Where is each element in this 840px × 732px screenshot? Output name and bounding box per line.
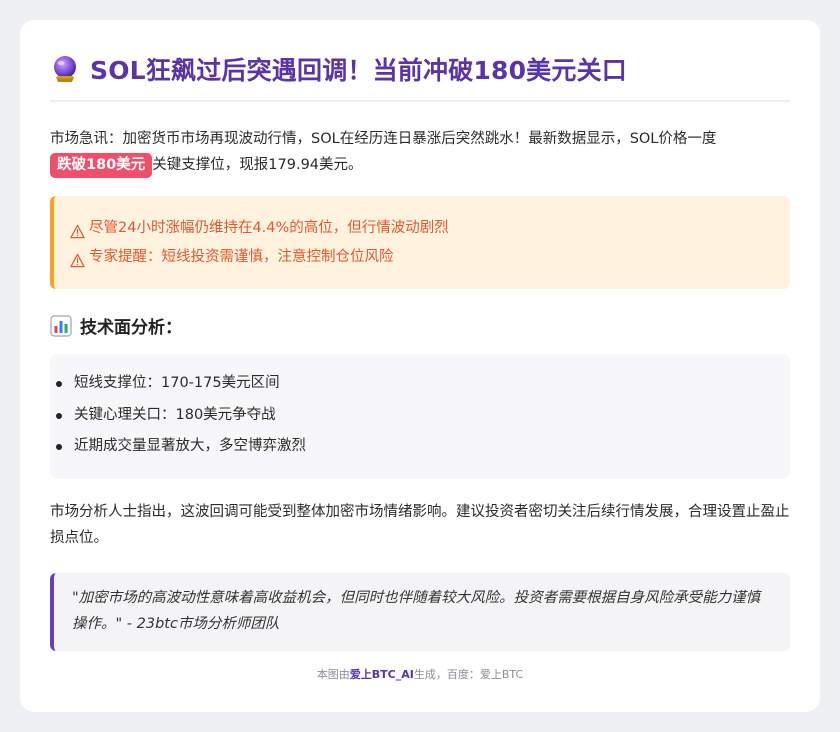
footer-suffix: 生成，百度：爱上BTC — [413, 668, 524, 681]
warning-icon — [70, 250, 85, 268]
analysis-paragraph: 市场分析人士指出，这波回调可能受到整体加密市场情绪影响。建议投资者密切关注后续行… — [50, 504, 790, 546]
intro-text-after: 关键支撑位，现报179.94美元。 — [152, 157, 363, 173]
analyst-quote: "加密市场的高波动性意味着高收益机会，但同时也伴随着较大风险。投资者需要根据自身… — [50, 573, 790, 651]
section-heading: 技术面分析： — [50, 313, 790, 338]
footer-prefix: 本图由 — [316, 668, 350, 681]
crystal-ball-icon — [50, 54, 80, 84]
analysis-list: 短线支撑位：170-175美元区间 关键心理关口：180美元争夺战 近期成交量显… — [56, 368, 772, 463]
alert-box: 尽管24小时涨幅仍维持在4.4%的高位，但行情波动剧烈 专家提醒：短线投资需谨慎… — [50, 196, 790, 289]
alert-text: 尽管24小时涨幅仍维持在4.4%的高位，但行情波动剧烈 — [89, 220, 449, 236]
page-title: SOL狂飙过后突遇回调！当前冲破180美元关口 — [90, 56, 627, 85]
article-card: SOL狂飙过后突遇回调！当前冲破180美元关口 市场急讯：加密货币市场再现波动行… — [20, 20, 820, 712]
section-title: 技术面分析： — [80, 318, 182, 338]
list-item: 关键心理关口：180美元争夺战 — [56, 400, 772, 432]
intro-paragraph: 市场急讯：加密货币市场再现波动行情，SOL在经历连日暴涨后突然跳水！最新数据显示… — [50, 126, 790, 178]
alert-text: 专家提醒：短线投资需谨慎，注意控制仓位风险 — [89, 249, 394, 265]
list-item: 近期成交量显著放大，多空博弈激烈 — [56, 431, 772, 463]
alert-line: 尽管24小时涨幅仍维持在4.4%的高位，但行情波动剧烈 — [70, 214, 772, 243]
intro-text-before: 市场急讯：加密货币市场再现波动行情，SOL在经历连日暴涨后突然跳水！最新数据显示… — [50, 131, 717, 147]
warning-icon — [70, 221, 85, 239]
list-item: 短线支撑位：170-175美元区间 — [56, 368, 772, 400]
price-highlight-badge: 跌破180美元 — [50, 153, 153, 178]
analysis-list-box: 短线支撑位：170-175美元区间 关键心理关口：180美元争夺战 近期成交量显… — [50, 354, 790, 479]
footer-credit: 本图由爱上BTC_AI生成，百度：爱上BTC — [20, 666, 820, 682]
title-row: SOL狂飙过后突遇回调！当前冲破180美元关口 — [50, 20, 790, 102]
alert-line: 专家提醒：短线投资需谨慎，注意控制仓位风险 — [70, 243, 772, 272]
bar-chart-icon — [50, 314, 72, 337]
footer-brand: 爱上BTC_AI — [349, 668, 414, 681]
